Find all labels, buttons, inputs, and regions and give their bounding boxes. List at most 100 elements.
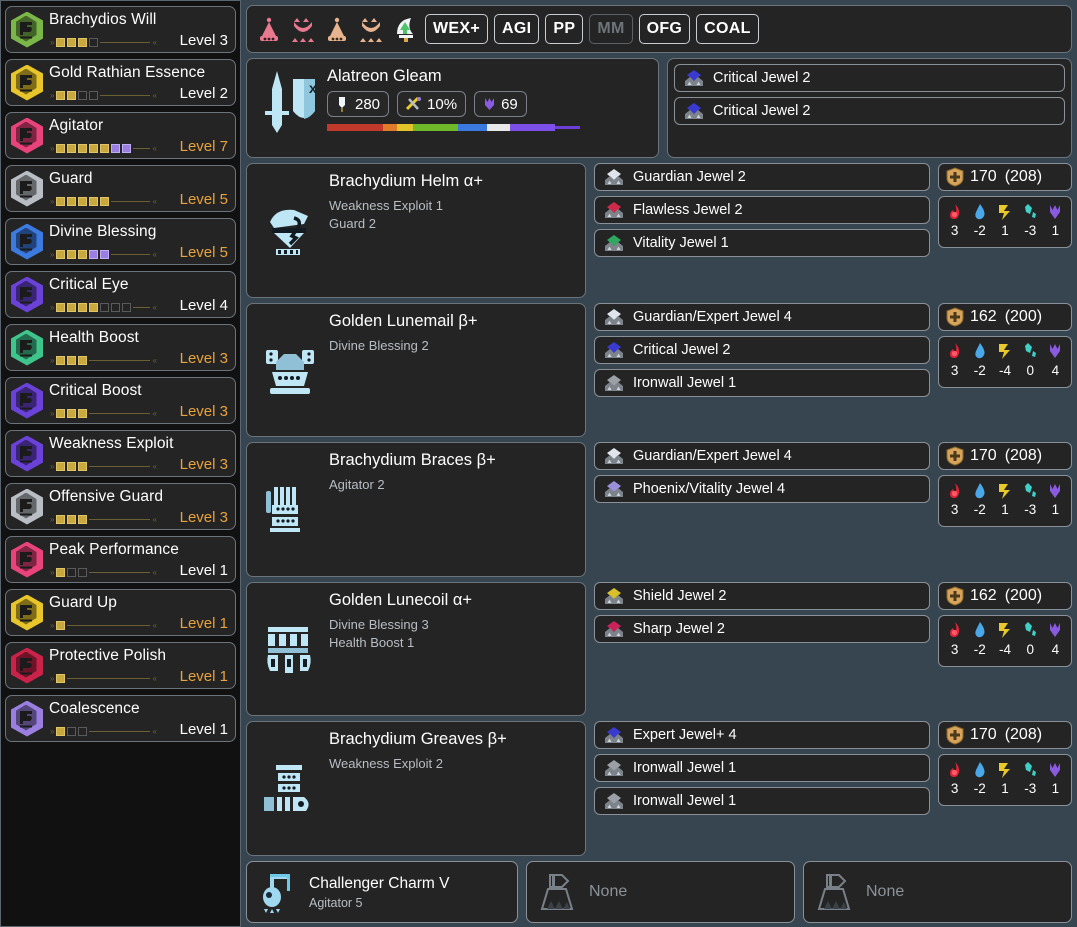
sidebar-skill-item[interactable]: Divine Blessing » « Level 5 xyxy=(5,218,236,265)
thunder-resistance-icon xyxy=(997,479,1013,502)
sidebar-skill-item[interactable]: Critical Boost » « Level 3 xyxy=(5,377,236,424)
level-pip-filled xyxy=(56,621,66,630)
ice-resistance-icon xyxy=(1022,200,1038,223)
sidebar-skill-item[interactable]: Offensive Guard » « Level 3 xyxy=(5,483,236,530)
weapon-card[interactable]: x Alatreon Gleam 280 10% 69 xyxy=(246,58,659,158)
jewel-name: Vitality Jewel 1 xyxy=(633,235,729,251)
weapon-jewel-slot[interactable]: Critical Jewel 2 xyxy=(674,97,1065,125)
armor-jewel-slot[interactable]: Vitality Jewel 1 xyxy=(594,229,930,257)
armor-jewel-slot[interactable]: Critical Jewel 2 xyxy=(594,335,930,364)
sidebar-skill-item[interactable]: Critical Eye » « Level 4 xyxy=(5,271,236,318)
weapon-jewel-slot[interactable]: Critical Jewel 2 xyxy=(674,64,1065,92)
armor-jewel-slot[interactable]: Sharp Jewel 2 xyxy=(594,614,930,643)
weapon-jewel-slots[interactable]: Critical Jewel 2 Critical Jewel 2 xyxy=(667,58,1072,158)
sidebar-skill-item[interactable]: Health Boost » « Level 3 xyxy=(5,324,236,371)
buffs-toolbar[interactable]: WEX+ AGI PP MM OFG COAL xyxy=(246,5,1072,53)
armor-defense-panel: 170 (208) 3 -2 1 -3 1 xyxy=(938,721,1072,856)
armor-jewel-slot[interactable]: Ironwall Jewel 1 xyxy=(594,368,930,397)
ice-resistance-value: -3 xyxy=(1024,223,1037,238)
level-pip-filled xyxy=(56,462,66,471)
sidebar-skill-item[interactable]: Peak Performance » « Level 1 xyxy=(5,536,236,583)
sidebar-skill-item[interactable]: Weakness Exploit » « Level 3 xyxy=(5,430,236,477)
dragon-resistance-value: 4 xyxy=(1051,641,1060,657)
jewel-gem-icon xyxy=(603,373,625,393)
sidebar-skill-item[interactable]: Gold Rathian Essence » « Level 2 xyxy=(5,59,236,106)
armor-piece-card[interactable]: Brachydium Braces β+ Agitator 2 xyxy=(246,442,586,577)
skill-level-label: Level 3 xyxy=(179,350,228,367)
thunder-resistance-icon xyxy=(997,340,1013,363)
fire-resistance: 3 xyxy=(943,619,966,664)
skill-name: Critical Boost xyxy=(49,382,142,399)
armor-row: Brachydium Greaves β+ Weakness Exploit 2 E… xyxy=(246,721,1072,856)
level-pip-filled xyxy=(67,462,77,471)
skill-icon xyxy=(10,435,44,473)
dragon-resistance-icon xyxy=(1048,619,1062,642)
fire-resistance-icon xyxy=(947,758,963,781)
skill-name: Divine Blessing xyxy=(49,223,157,240)
sidebar-skill-item[interactable]: Brachydios Will » « Level 3 xyxy=(5,6,236,53)
armor-jewel-slot[interactable]: Expert Jewel+ 4 xyxy=(594,721,930,750)
armor-jewel-slot[interactable]: Guardian/Expert Jewel 4 xyxy=(594,442,930,471)
armor-jewel-slot[interactable]: Ironwall Jewel 1 xyxy=(594,754,930,783)
sidebar-skill-item[interactable]: Coalescence » « Level 1 xyxy=(5,695,236,742)
armor-defense-panel: 162 (200) 3 -2 -4 0 4 xyxy=(938,302,1072,438)
armor-piece-card[interactable]: Golden Lunemail β+ Divine Blessing 2 xyxy=(246,302,586,438)
armor-jewel-slot[interactable]: Phoenix/Vitality Jewel 4 xyxy=(594,475,930,504)
toolbar-button-coal[interactable]: COAL xyxy=(696,14,759,44)
skill-level-pips: » « xyxy=(50,355,157,365)
sidebar-skill-item[interactable]: Guard » « Level 5 xyxy=(5,165,236,212)
skill-level-pips: » « xyxy=(50,620,157,630)
skill-level-pips: » « xyxy=(50,249,157,259)
skills-sidebar[interactable]: Brachydios Will » « Level 3 Gold Rathian Ess… xyxy=(0,0,241,927)
sidebar-skill-item[interactable]: Protective Polish » « Level 1 xyxy=(5,642,236,689)
dragon-resistance-icon xyxy=(1048,479,1062,502)
ice-resistance-value: 0 xyxy=(1026,641,1034,657)
skill-level-label: Level 2 xyxy=(179,85,228,102)
level-pip-empty xyxy=(111,303,121,312)
toolbar-button-ofg[interactable]: OFG xyxy=(638,14,691,44)
armor-piece-name: Brachydium Greaves β+ xyxy=(329,730,507,749)
charm-slot[interactable]: None xyxy=(526,861,795,923)
defense-box: 170 (208) xyxy=(938,442,1072,471)
armor-piece-card[interactable]: Brachydium Greaves β+ Weakness Exploit 2 xyxy=(246,721,586,856)
skill-name: Gold Rathian Essence xyxy=(49,64,206,81)
jewel-name: Critical Jewel 2 xyxy=(713,103,811,119)
armor-jewel-slots[interactable]: Guardian/Expert Jewel 4 Critical Jewel 2 I… xyxy=(594,302,930,438)
skill-icon xyxy=(10,594,44,632)
armor-jewel-slots[interactable]: Guardian Jewel 2 Flawless Jewel 2 Vitality… xyxy=(594,163,930,298)
sidebar-skill-item[interactable]: Agitator » « Level 7 xyxy=(5,112,236,159)
armor-piece-card[interactable]: Golden Lunecoil α+ Divine Blessing 3 Healt… xyxy=(246,581,586,717)
fire-resistance-value: 3 xyxy=(950,641,959,657)
toolbar-button-mm[interactable]: MM xyxy=(589,14,633,44)
sharpness-segment xyxy=(413,124,459,131)
armor-jewel-slot[interactable]: Ironwall Jewel 1 xyxy=(594,787,930,816)
dragon-resistance: 1 xyxy=(1044,758,1067,803)
charm-none-label: None xyxy=(866,883,905,900)
sharpness-segment xyxy=(509,124,555,131)
skill-hex-glyph xyxy=(10,435,42,471)
armor-piece-card[interactable]: Brachydium Helm α+ Weakness Exploit 1 Guar… xyxy=(246,163,586,298)
skill-icon xyxy=(10,117,44,155)
skill-icon xyxy=(10,647,44,685)
armor-jewel-slots[interactable]: Expert Jewel+ 4 Ironwall Jewel 1 Ironwall … xyxy=(594,721,930,856)
thunder-resistance: -4 xyxy=(993,619,1016,664)
fire-resistance: 3 xyxy=(943,200,966,245)
thunder-resistance-icon xyxy=(997,758,1013,781)
armor-jewel-slot[interactable]: Guardian/Expert Jewel 4 xyxy=(594,302,930,331)
armor-jewel-slots[interactable]: Shield Jewel 2 Sharp Jewel 2 xyxy=(594,581,930,717)
armor-defense-panel: 162 (200) 3 -2 -4 0 4 xyxy=(938,581,1072,717)
toolbar-button-pp[interactable]: PP xyxy=(545,14,584,44)
skill-icon xyxy=(10,276,44,314)
charm-slot[interactable]: None xyxy=(803,861,1072,923)
armor-jewel-slot[interactable]: Guardian Jewel 2 xyxy=(594,163,930,191)
jewel-gem-icon xyxy=(683,68,705,88)
armor-jewel-slots[interactable]: Guardian/Expert Jewel 4 Phoenix/Vitality … xyxy=(594,442,930,577)
water-resistance-icon xyxy=(973,200,987,223)
toolbar-button-wexplus[interactable]: WEX+ xyxy=(425,14,488,44)
defense-value: 170 xyxy=(970,726,997,744)
armor-jewel-slot[interactable]: Flawless Jewel 2 xyxy=(594,196,930,224)
sidebar-skill-item[interactable]: Guard Up » « Level 1 xyxy=(5,589,236,636)
armor-jewel-slot[interactable]: Shield Jewel 2 xyxy=(594,581,930,610)
toolbar-button-agi[interactable]: AGI xyxy=(494,14,540,44)
charm-slot[interactable]: Challenger Charm V Agitator 5 xyxy=(246,861,518,923)
